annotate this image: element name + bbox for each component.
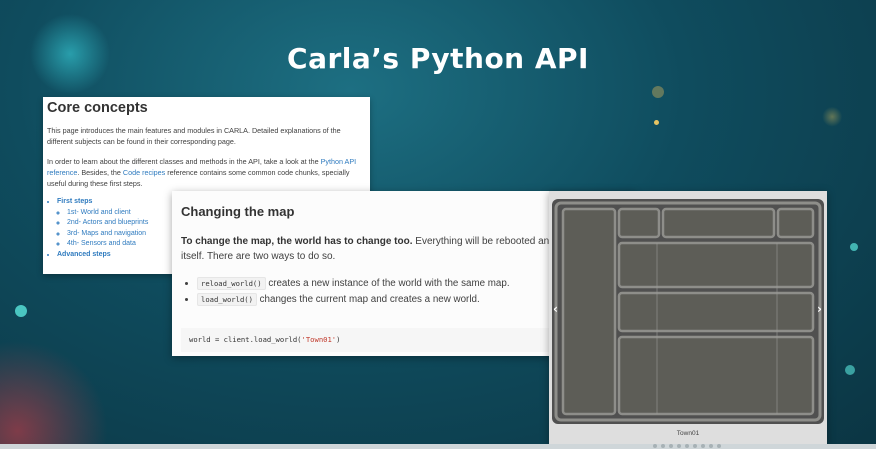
- bokeh-dot: [652, 86, 664, 98]
- core-concepts-reference-text: In order to learn about the different cl…: [47, 157, 357, 188]
- map-caption: Town01: [676, 430, 700, 437]
- code-recipes-link[interactable]: Code recipes: [123, 168, 165, 177]
- map-next-arrow[interactable]: ›: [817, 302, 822, 316]
- core-concepts-heading: Core concepts: [47, 100, 148, 116]
- pager-dot[interactable]: [693, 444, 697, 448]
- bokeh-dot: [654, 120, 659, 125]
- bokeh-dot: [850, 243, 858, 251]
- bokeh-dot: [845, 365, 855, 375]
- pager-dot[interactable]: [685, 444, 689, 448]
- town-map: [552, 199, 824, 424]
- pager-dot[interactable]: [669, 444, 673, 448]
- pager-dot[interactable]: [701, 444, 705, 448]
- page-title: Carla’s Python API: [287, 42, 589, 75]
- map-prev-arrow[interactable]: ‹: [553, 302, 558, 316]
- core-concepts-intro: This page introduces the main features a…: [47, 126, 341, 146]
- pager-dot[interactable]: [677, 444, 681, 448]
- bokeh-dot: [15, 305, 27, 317]
- load-world-code: load_world(): [197, 293, 257, 306]
- pager-dot[interactable]: [717, 444, 721, 448]
- pager-dot[interactable]: [653, 444, 657, 448]
- pager-dot[interactable]: [709, 444, 713, 448]
- bottom-strip: [0, 444, 876, 449]
- reload-world-code: reload_world(): [197, 277, 266, 290]
- map-viewer: ‹ › Town01: [549, 191, 827, 444]
- pager-dot[interactable]: [661, 444, 665, 448]
